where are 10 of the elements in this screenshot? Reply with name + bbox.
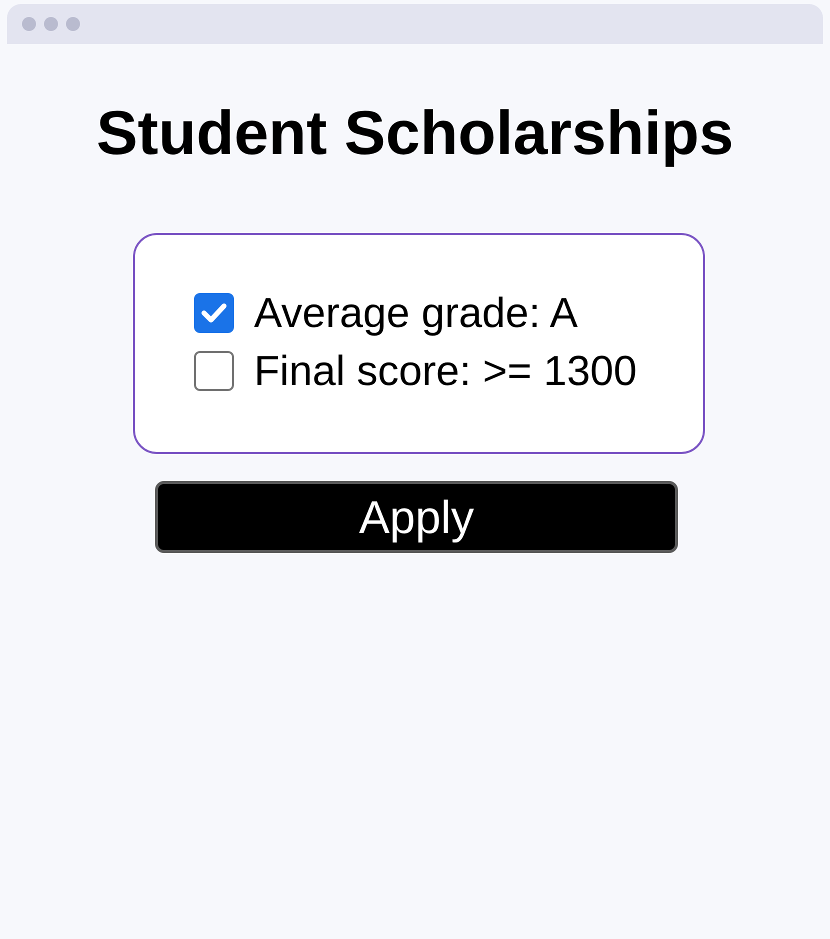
checkbox[interactable] bbox=[194, 351, 234, 392]
page-title: Student Scholarships bbox=[96, 98, 734, 170]
criterion-label: Average grade: A bbox=[254, 292, 578, 334]
criterion-label: Final score: >= 1300 bbox=[254, 350, 637, 392]
window-dot-icon[interactable] bbox=[22, 17, 36, 31]
window-dot-icon[interactable] bbox=[44, 17, 58, 31]
checkbox[interactable] bbox=[194, 293, 234, 334]
window-dot-icon[interactable] bbox=[66, 17, 80, 31]
apply-button[interactable]: Apply bbox=[155, 481, 678, 554]
checkmark-icon bbox=[201, 303, 227, 324]
